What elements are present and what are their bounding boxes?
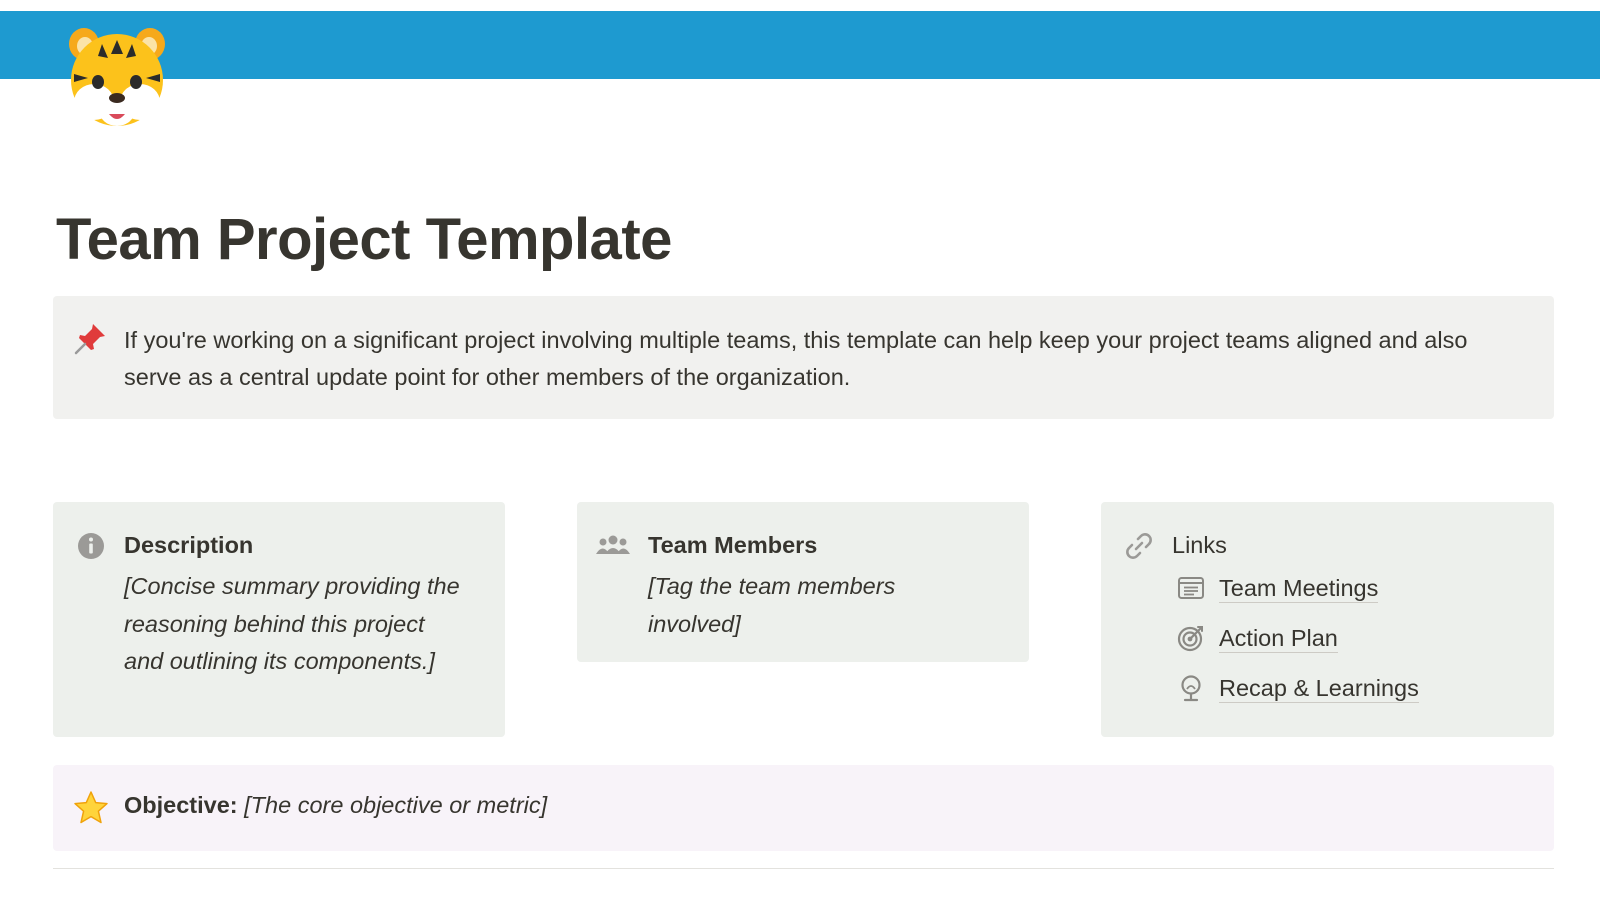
people-icon xyxy=(596,535,630,554)
pushpin-icon[interactable] xyxy=(73,320,109,356)
link-action-plan[interactable]: Action Plan xyxy=(1176,618,1338,658)
link-recap-learnings[interactable]: Recap & Learnings xyxy=(1176,668,1419,708)
link-team-meetings[interactable]: Team Meetings xyxy=(1176,568,1379,608)
team-members-callout[interactable]: Team Members [Tag the team members invol… xyxy=(577,502,1029,662)
team-members-body[interactable]: [Tag the team members involved] xyxy=(648,568,948,643)
objective-text[interactable]: Objective: [The core objective or metric… xyxy=(124,792,547,819)
document-list-icon xyxy=(1178,577,1204,599)
link-label[interactable]: Recap & Learnings xyxy=(1219,674,1419,703)
page-cover[interactable] xyxy=(0,11,1600,79)
objective-value: [The core objective or metric] xyxy=(244,792,548,818)
links-callout[interactable]: Links Team Meetings Action Plan Recap & … xyxy=(1101,502,1554,737)
tiger-face-icon[interactable] xyxy=(64,22,170,132)
page-title[interactable]: Team Project Template xyxy=(56,206,672,273)
link-label[interactable]: Action Plan xyxy=(1219,624,1338,653)
intro-callout-text[interactable]: If you're working on a significant proje… xyxy=(124,322,1524,396)
links-heading[interactable]: Links xyxy=(1172,532,1227,559)
lightbulb-icon xyxy=(1181,675,1201,702)
link-label[interactable]: Team Meetings xyxy=(1219,574,1379,603)
team-members-heading[interactable]: Team Members xyxy=(648,532,817,559)
description-heading[interactable]: Description xyxy=(124,532,253,559)
info-icon xyxy=(78,533,104,559)
target-icon xyxy=(1177,626,1203,652)
objective-callout[interactable]: Objective: [The core objective or metric… xyxy=(53,765,1554,851)
description-body[interactable]: [Concise summary providing the reasoning… xyxy=(124,568,464,681)
description-callout[interactable]: Description [Concise summary providing t… xyxy=(53,502,505,737)
intro-callout[interactable]: If you're working on a significant proje… xyxy=(53,296,1554,419)
objective-label: Objective: xyxy=(124,792,238,818)
star-icon[interactable] xyxy=(72,789,110,827)
link-icon xyxy=(1126,533,1152,559)
divider xyxy=(53,868,1554,869)
